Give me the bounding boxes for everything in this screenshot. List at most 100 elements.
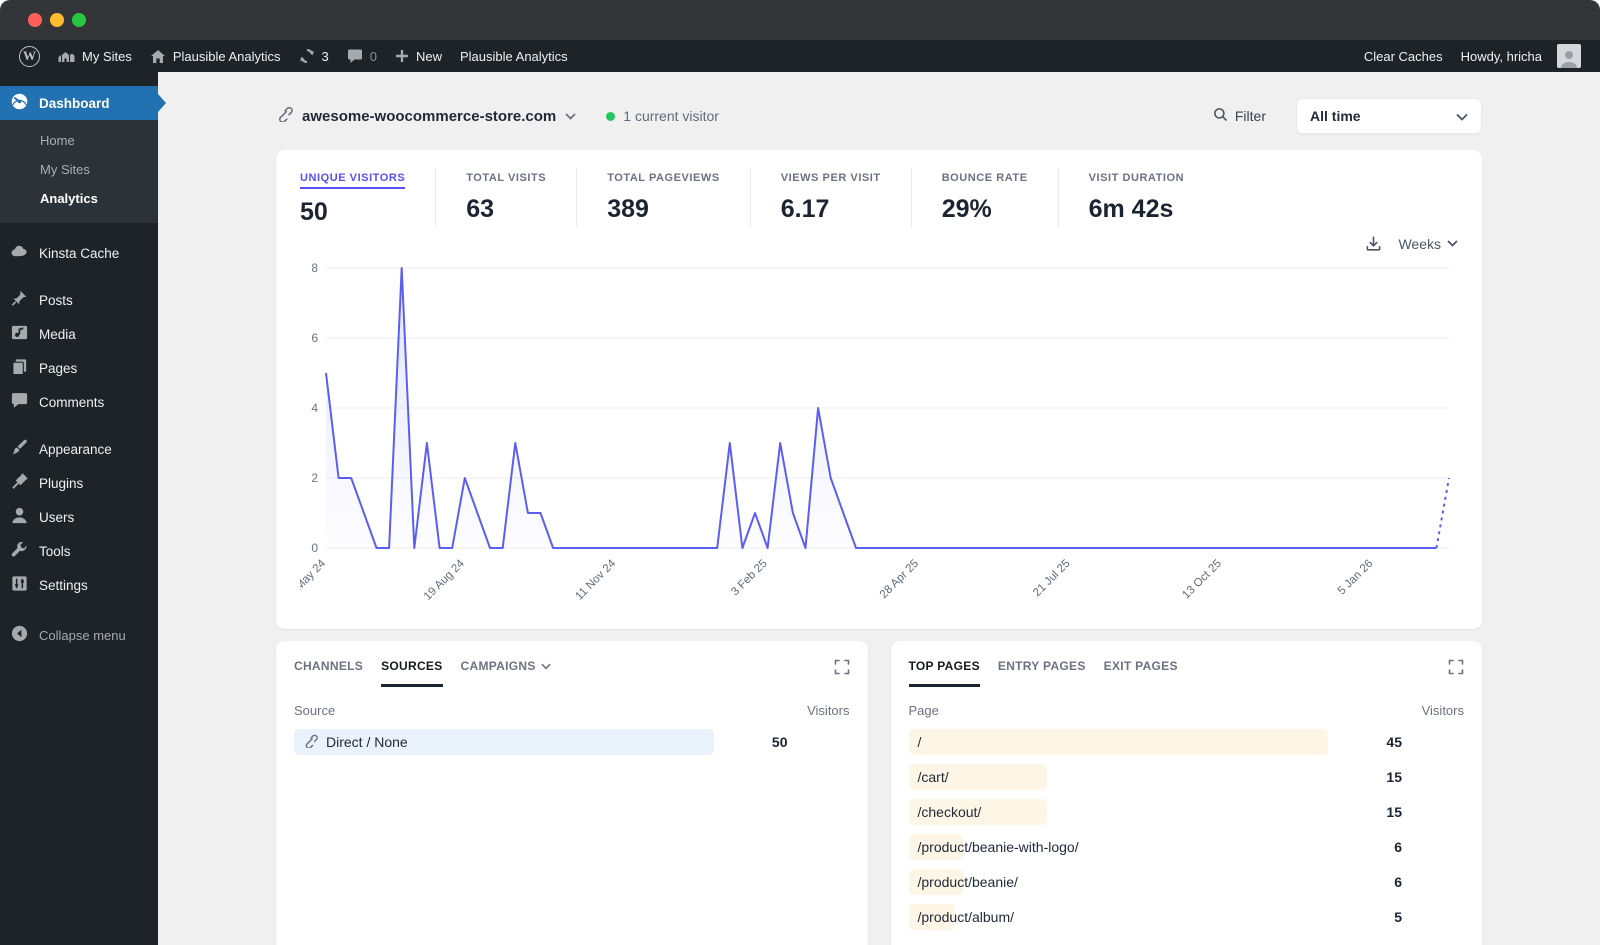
row-visitors: 15 [1386,769,1402,785]
tab-channels[interactable]: CHANNELS [294,659,363,687]
stat-views-per-visit[interactable]: VIEWS PER VISIT 6.17 [781,168,912,227]
admin-bar-account[interactable]: Howdy, hricha [1452,40,1590,72]
column-header-right: Visitors [1421,703,1464,718]
row-label: /cart/ [909,764,1329,790]
tab-entry-pages[interactable]: ENTRY PAGES [998,659,1086,687]
row-label: / [909,729,1329,755]
bar-zone: / [908,729,1329,755]
stat-unique-visitors[interactable]: UNIQUE VISITORS 50 [300,168,437,227]
wp-admin-bar: W My Sites Plausible Analytics 3 0 New P… [0,40,1600,72]
sidebar-item-label: Pages [39,360,78,376]
stat-label: VISIT DURATION [1088,172,1185,184]
bar-zone: /checkout/ [908,799,1329,825]
sidebar-item-users[interactable]: Users [0,500,158,534]
stat-label: UNIQUE VISITORS [300,172,406,189]
admin-bar-comments[interactable]: 0 [338,40,386,72]
stat-value: 63 [466,195,495,223]
collapse-arrow-icon [10,624,29,646]
collapse-menu-button[interactable]: Collapse menu [0,618,158,652]
bar-zone: /cart/ [908,764,1329,790]
download-icon[interactable] [1365,235,1382,252]
link-icon [303,733,318,751]
page-row[interactable]: /product/album/5 [908,904,1465,930]
updates-count: 3 [321,48,329,64]
tab-campaigns[interactable]: CAMPAIGNS [461,659,551,687]
current-visitors[interactable]: 1 current visitor [606,108,719,124]
stat-total-visits[interactable]: TOTAL VISITS 63 [466,168,578,227]
row-visitors: 15 [1386,804,1402,820]
sliders-icon [10,574,29,596]
comments-count: 0 [369,48,377,64]
sidebar-subitem-my-sites[interactable]: My Sites [0,155,158,184]
interval-label: Weeks [1398,235,1441,252]
stat-label: VIEWS PER VISIT [780,172,881,184]
site-picker[interactable]: awesome-woocommerce-store.com [276,105,576,127]
tab-exit-pages[interactable]: EXIT PAGES [1104,659,1178,687]
sidebar-item-appearance[interactable]: Appearance [0,432,158,466]
sidebar-item-media[interactable]: Media [0,317,158,351]
home-icon [150,49,166,64]
stat-bounce-rate[interactable]: BOUNCE RATE 29% [942,168,1059,227]
tab-label: ENTRY PAGES [997,659,1086,673]
pages-icon [10,357,29,379]
row-label-text: /product/beanie-with-logo/ [917,839,1079,855]
sidebar-item-kinsta-cache[interactable]: Kinsta Cache [0,236,158,270]
comment-icon [10,391,29,413]
svg-text:0: 0 [311,541,318,555]
stat-total-pageviews[interactable]: TOTAL PAGEVIEWS 389 [607,168,751,227]
sidebar-dashboard-label: Dashboard [39,95,110,111]
expand-icon[interactable] [834,659,850,675]
page-row[interactable]: /checkout/15 [908,799,1465,825]
stat-value: 29% [941,195,992,223]
zoom-window-button[interactable] [72,13,86,27]
page-row[interactable]: /product/beanie/6 [908,869,1465,895]
sidebar-item-tools[interactable]: Tools [0,534,158,568]
sidebar-subitem-home[interactable]: Home [0,126,158,155]
source-row[interactable]: Direct / None 50 [294,729,850,755]
stat-visit-duration[interactable]: VISIT DURATION 6m 42s [1089,168,1215,227]
row-visitors: 5 [1394,909,1402,925]
sidebar-item-settings[interactable]: Settings [0,568,158,602]
row-label-text: /product/beanie/ [917,874,1018,890]
chevron-down-icon [541,659,551,673]
sidebar-item-plugins[interactable]: Plugins [0,466,158,500]
date-range-select[interactable]: All time [1296,98,1482,134]
wp-logo-menu[interactable]: W [10,40,49,72]
page-row[interactable]: / 45 [908,729,1465,755]
online-dot-icon [606,111,616,121]
page-context-label: Plausible Analytics [460,48,568,64]
sidebar-item-comments[interactable]: Comments [0,385,158,419]
close-window-button[interactable] [28,13,42,27]
plus-icon [395,49,409,63]
card-tabs: CHANNELS SOURCES CAMPAIGNS [294,659,850,687]
clear-caches-button[interactable]: Clear Caches [1355,40,1452,72]
column-header-left: Page [908,703,939,718]
interval-picker[interactable]: Weeks [1398,236,1458,252]
admin-bar-site-name[interactable]: Plausible Analytics [141,40,290,72]
tab-top-pages[interactable]: TOP PAGES [908,659,980,687]
admin-bar-updates[interactable]: 3 [290,40,338,72]
sidebar-item-dashboard[interactable]: Dashboard [0,86,166,120]
sidebar-subitem-analytics[interactable]: Analytics [0,184,158,213]
wrench-icon [10,540,29,562]
row-label: /product/beanie/ [909,869,1329,895]
admin-bar-my-sites[interactable]: My Sites [49,40,141,72]
page-row[interactable]: /product/beanie-with-logo/6 [908,834,1465,860]
sidebar-item-label: Media [39,326,76,342]
admin-bar-new[interactable]: New [386,40,451,72]
page-row[interactable]: /cart/15 [908,764,1465,790]
top-pages-card: TOP PAGES ENTRY PAGES EXIT PAGES Page Visito… [890,641,1482,945]
visitors-chart: 0 2 4 6 8 31 May 24 19 Aug 24 11 Nov 24 3 Feb 25… [282,252,1458,625]
svg-text:5 Jan 26: 5 Jan 26 [1336,558,1376,598]
sidebar-item-posts[interactable]: Posts [0,283,158,317]
admin-bar-page-context[interactable]: Plausible Analytics [451,40,577,72]
stats-row: UNIQUE VISITORS 50 TOTAL VISITS 63 TOTAL PAG… [300,168,1458,227]
sidebar-item-pages[interactable]: Pages [0,351,158,385]
tab-sources[interactable]: SOURCES [381,659,443,687]
expand-icon[interactable] [1448,659,1464,675]
minimize-window-button[interactable] [50,13,64,27]
row-label-text: /checkout/ [917,804,982,820]
filter-button[interactable]: Filter [1213,107,1266,125]
stat-label: TOTAL PAGEVIEWS [607,172,720,184]
clear-caches-label: Clear Caches [1363,48,1443,64]
